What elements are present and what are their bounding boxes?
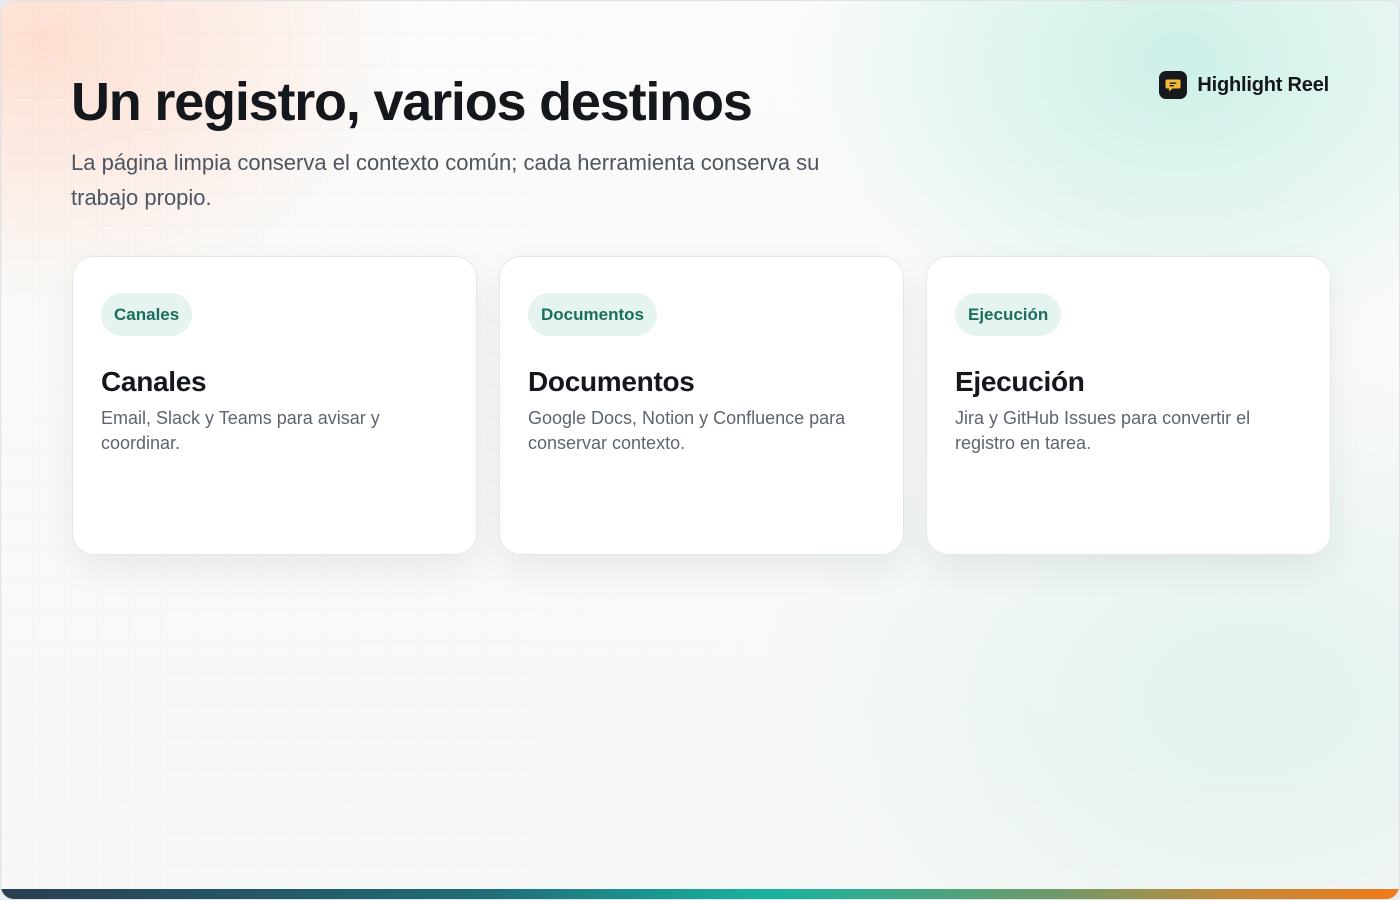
card-chip: Ejecución [955, 293, 1062, 336]
brand: Highlight Reel [1159, 71, 1329, 99]
card-title: Ejecución [955, 366, 1085, 397]
card-chip: Documentos [528, 293, 657, 336]
card-title: Canales [101, 366, 207, 397]
accent-gradient-bar [1, 889, 1399, 899]
card-canales: Canales Canales Email, Slack y Teams par… [72, 256, 477, 555]
card-chip: Canales [101, 293, 193, 336]
card-ejecucion: Ejecución Ejecución Jira y GitHub Issues… [926, 256, 1331, 555]
destination-cards: Canales Canales Email, Slack y Teams par… [72, 256, 1331, 555]
page-title: Un registro, varios destinos [71, 72, 753, 132]
card-description: Google Docs, Notion y Confluence para co… [528, 408, 846, 453]
chat-bubble-icon [1159, 71, 1188, 99]
slide-frame: Un registro, varios destinos La página l… [0, 0, 1400, 900]
card-documentos: Documentos Documentos Google Docs, Notio… [499, 256, 904, 555]
page-subtitle: La página limpia conserva el contexto co… [71, 150, 820, 210]
card-description: Jira y GitHub Issues para convertir el r… [955, 408, 1251, 453]
card-description: Email, Slack y Teams para avisar y coord… [101, 408, 380, 453]
card-title: Documentos [528, 366, 695, 397]
brand-name: Highlight Reel [1197, 73, 1329, 96]
